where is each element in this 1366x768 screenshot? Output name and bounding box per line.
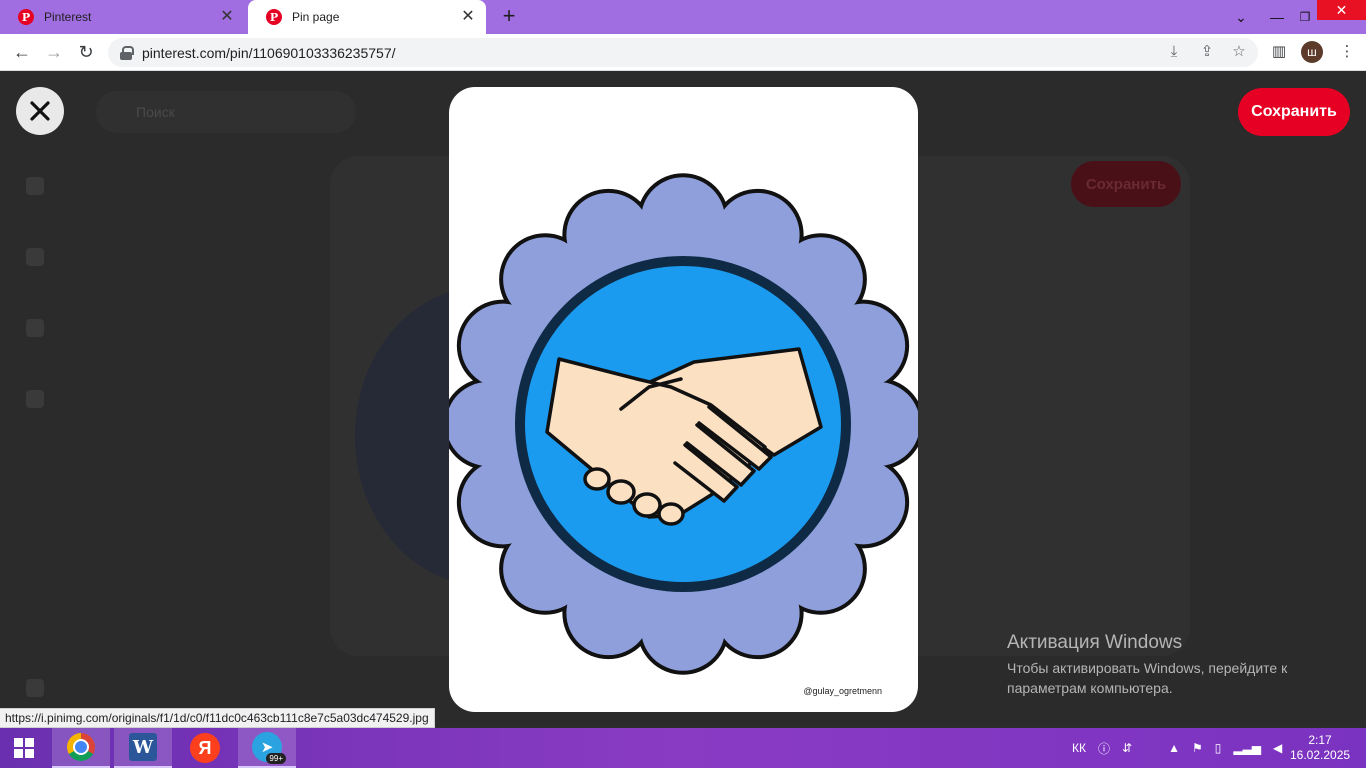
lock-icon[interactable] <box>120 45 134 60</box>
new-tab-button[interactable]: + <box>498 5 520 28</box>
network-flag-icon[interactable]: ⚑ <box>1192 741 1203 755</box>
word-icon: W <box>129 733 157 761</box>
window-close-icon[interactable]: ✕ <box>1317 0 1366 20</box>
rail-icon <box>26 177 44 195</box>
system-tray: КК ⓘ ⇵ ▲ ⚑ ▯ ▂▃▅ ◀ <box>1066 728 1288 768</box>
taskbar-yandex[interactable]: Я <box>176 728 234 768</box>
scallop-petal <box>641 586 725 671</box>
browser-toolbar: ← → ↻ pinterest.com/pin/1106901033362357… <box>0 34 1366 71</box>
tab-title: Pin page <box>292 10 340 24</box>
rail-icon <box>26 390 44 408</box>
status-bar-url: https://i.pinimg.com/originals/f1/1d/c0/… <box>0 708 435 728</box>
background-save-button: Сохранить <box>1071 161 1181 207</box>
activation-title: Активация Windows <box>1007 632 1183 653</box>
background-search-bar: Поиск <box>96 91 356 133</box>
menu-kebab-icon[interactable]: ⋮ <box>1336 41 1358 63</box>
background-search-placeholder: Поиск <box>136 104 175 120</box>
minimize-icon[interactable]: — <box>1265 0 1289 34</box>
rail-icon <box>26 319 44 337</box>
chrome-icon <box>67 733 95 761</box>
tab-strip: P Pinterest ✕ P Pin page ✕ + ⌄ — ❐ ✕ <box>0 0 1366 34</box>
rail-icon <box>26 679 44 697</box>
yandex-icon: Я <box>190 733 220 763</box>
pen-icon[interactable]: ⇵ <box>1122 741 1132 755</box>
clock-date: 16.02.2025 <box>1290 748 1351 762</box>
help-icon[interactable]: ⓘ <box>1098 740 1110 757</box>
volume-icon[interactable]: ◀ <box>1273 741 1282 755</box>
taskbar-word[interactable]: W <box>114 728 172 768</box>
language-indicator[interactable]: КК <box>1072 741 1086 755</box>
back-arrow-icon[interactable]: ← <box>10 40 34 64</box>
close-overlay-button[interactable] <box>16 87 64 135</box>
signal-icon[interactable]: ▂▃▅ <box>1233 741 1261 755</box>
telegram-badge: 99+ <box>266 753 286 764</box>
windows-logo-icon <box>14 738 34 758</box>
install-icon[interactable]: ⤓ <box>1163 41 1185 63</box>
tray-chevron-icon[interactable]: ▲ <box>1168 741 1180 755</box>
tab-pin-page[interactable]: P Pin page ✕ <box>248 0 486 34</box>
pin-watermark: @gulay_ogretmenn <box>803 686 882 696</box>
close-icon <box>30 101 50 121</box>
pin-page: Поиск Сохранить Сохранить @gulay_ogretme… <box>0 71 1366 727</box>
save-button[interactable]: Сохранить <box>1238 88 1350 136</box>
restore-icon[interactable]: ❐ <box>1293 0 1317 34</box>
share-icon[interactable]: ⇪ <box>1196 41 1218 63</box>
tab-pinterest[interactable]: P Pinterest ✕ <box>0 0 245 34</box>
start-button[interactable] <box>0 728 48 768</box>
activation-line-1: Чтобы активировать Windows, перейдите к <box>1007 660 1288 676</box>
rail-icon <box>26 248 44 266</box>
telegram-icon: ➤ 99+ <box>252 732 286 764</box>
windows-activation-notice: Активация Windows Чтобы активировать Win… <box>1007 632 1287 698</box>
taskbar-chrome[interactable] <box>52 728 110 768</box>
taskbar-telegram[interactable]: ➤ 99+ <box>238 728 296 768</box>
pinterest-icon: P <box>266 9 282 25</box>
bookmark-star-icon[interactable]: ☆ <box>1228 41 1250 63</box>
tab-search-icon[interactable]: ⌄ <box>1230 0 1252 34</box>
scallop-petal <box>641 177 725 262</box>
pin-image[interactable]: @gulay_ogretmenn <box>449 87 918 712</box>
address-bar[interactable]: pinterest.com/pin/110690103336235757/ ⤓ … <box>108 38 1258 67</box>
url-text: pinterest.com/pin/110690103336235757/ <box>142 44 396 61</box>
tab-title: Pinterest <box>44 10 92 24</box>
battery-icon[interactable]: ▯ <box>1215 741 1222 755</box>
clock-time: 2:17 <box>1308 733 1332 747</box>
handshake-badge-illustration <box>449 173 918 675</box>
reload-icon[interactable]: ↻ <box>74 40 98 64</box>
pinterest-icon: P <box>18 9 34 25</box>
tab-close-icon[interactable]: ✕ <box>460 9 476 25</box>
tab-close-icon[interactable]: ✕ <box>219 9 235 25</box>
clock[interactable]: 2:17 16.02.2025 <box>1290 733 1350 763</box>
windows-taskbar: W Я ➤ 99+ КК ⓘ ⇵ ▲ ⚑ ▯ ▂▃▅ ◀ 2:17 16.02.2… <box>0 728 1366 768</box>
forward-arrow-icon[interactable]: → <box>42 40 66 64</box>
side-panel-icon[interactable]: ▥ <box>1268 41 1290 63</box>
activation-line-2: параметрам компьютера. <box>1007 680 1173 696</box>
profile-avatar[interactable]: ш <box>1301 41 1323 63</box>
